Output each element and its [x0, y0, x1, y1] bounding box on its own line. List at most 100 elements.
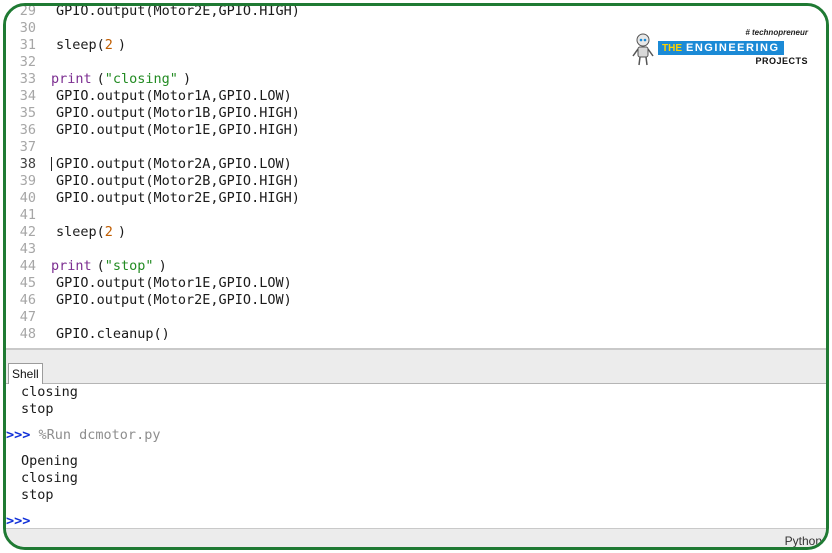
line-number: 34: [19, 88, 36, 104]
line-number: 39: [19, 173, 36, 189]
code-line[interactable]: 36 GPIO.output(Motor1E,GPIO.HIGH): [6, 122, 300, 139]
code-line[interactable]: 30: [6, 20, 300, 37]
interpreter-status[interactable]: Python: [785, 534, 822, 547]
code-line[interactable]: 41: [6, 207, 300, 224]
line-number: 48: [19, 326, 36, 342]
code-text[interactable]: [46, 139, 51, 156]
code-line[interactable]: 46 GPIO.output(Motor2E,GPIO.LOW): [6, 292, 300, 309]
code-token: ): [117, 37, 127, 53]
shell-command: %Run dcmotor.py: [38, 427, 161, 443]
shell-output-line: stop: [21, 487, 54, 503]
code-token: GPIO.cleanup(): [56, 326, 170, 342]
logo-engineering: ENGINEERING: [686, 42, 780, 54]
code-token: ): [182, 71, 192, 87]
code-text[interactable]: print ("stop"): [46, 258, 167, 275]
code-line[interactable]: 39 GPIO.output(Motor2B,GPIO.HIGH): [6, 173, 300, 190]
logo-tagline: # technopreneur: [745, 28, 808, 37]
code-line[interactable]: 29 GPIO.output(Motor2E,GPIO.HIGH): [6, 6, 300, 20]
window-frame: 29 GPIO.output(Motor2E,GPIO.HIGH) 30 31 slee…: [3, 3, 829, 550]
code-text[interactable]: GPIO.output(Motor1A,GPIO.LOW): [46, 88, 292, 105]
code-token: GPIO.output(Motor2E,GPIO.HIGH): [56, 190, 300, 206]
shell-output-line: closing: [21, 470, 78, 486]
code-lines[interactable]: 29 GPIO.output(Motor2E,GPIO.HIGH) 30 31 slee…: [6, 6, 300, 343]
shell-prompt: >>>: [6, 427, 31, 443]
code-token: GPIO.output(Motor1E,GPIO.HIGH): [56, 122, 300, 138]
shell-panel[interactable]: closing stop >>> %Run dcmotor.py Opening…: [6, 384, 826, 530]
code-line[interactable]: 40 GPIO.output(Motor2E,GPIO.HIGH): [6, 190, 300, 207]
code-line[interactable]: 31 sleep(2): [6, 37, 300, 54]
code-line[interactable]: 32: [6, 54, 300, 71]
code-text[interactable]: GPIO.output(Motor2A,GPIO.LOW): [46, 156, 292, 173]
engineering-projects-logo: # technopreneur THE ENGINEERING PROJECTS: [630, 28, 808, 68]
shell-tab-bar: Shell: [6, 350, 826, 384]
code-line[interactable]: 33 print ("closing"): [6, 71, 300, 88]
code-token: GPIO.output(Motor2B,GPIO.HIGH): [56, 173, 300, 189]
line-number: 41: [19, 207, 36, 223]
code-text[interactable]: sleep(2): [46, 37, 126, 54]
code-text[interactable]: GPIO.output(Motor2B,GPIO.HIGH): [46, 173, 300, 190]
code-text[interactable]: [46, 241, 51, 258]
line-number: 30: [19, 20, 36, 36]
line-number: 35: [19, 105, 36, 121]
code-token: GPIO.output(Motor2A,GPIO.LOW): [56, 156, 292, 172]
code-token: GPIO.output(Motor1B,GPIO.HIGH): [56, 105, 300, 121]
logo-band: THE ENGINEERING: [658, 41, 784, 55]
code-token: 2: [104, 37, 113, 53]
code-text[interactable]: GPIO.output(Motor1E,GPIO.LOW): [46, 275, 292, 292]
code-text[interactable]: [46, 207, 51, 224]
code-token: GPIO.output(Motor1A,GPIO.LOW): [56, 88, 292, 104]
code-line[interactable]: 45 GPIO.output(Motor1E,GPIO.LOW): [6, 275, 300, 292]
code-text[interactable]: sleep(2): [46, 224, 126, 241]
line-number: 43: [19, 241, 36, 257]
line-number: 29: [19, 6, 36, 19]
robot-icon: [632, 33, 654, 66]
code-text[interactable]: GPIO.cleanup(): [46, 326, 170, 343]
code-text[interactable]: GPIO.output(Motor1B,GPIO.HIGH): [46, 105, 300, 122]
code-token: print: [51, 71, 92, 87]
line-number: 37: [19, 139, 36, 155]
code-line[interactable]: 43: [6, 241, 300, 258]
code-token: (: [96, 71, 105, 87]
logo-the: THE: [662, 42, 682, 54]
line-number: 42: [19, 224, 36, 240]
shell-output-line: Opening: [21, 453, 78, 469]
code-line[interactable]: 47: [6, 309, 300, 326]
code-text[interactable]: GPIO.output(Motor1E,GPIO.HIGH): [46, 122, 300, 139]
code-line[interactable]: 38 GPIO.output(Motor2A,GPIO.LOW): [6, 156, 300, 173]
code-line[interactable]: 42 sleep(2): [6, 224, 300, 241]
code-token: 2: [104, 224, 113, 240]
line-number: 40: [19, 190, 36, 206]
line-number: 33: [19, 71, 36, 87]
code-editor[interactable]: 29 GPIO.output(Motor2E,GPIO.HIGH) 30 31 slee…: [6, 6, 826, 348]
code-text[interactable]: GPIO.output(Motor2E,GPIO.HIGH): [46, 6, 300, 20]
code-text[interactable]: [46, 20, 51, 37]
shell-output-line: stop: [21, 401, 54, 417]
code-line[interactable]: 48 GPIO.cleanup(): [6, 326, 300, 343]
shell-output-line: closing: [21, 384, 78, 400]
line-number: 36: [19, 122, 36, 138]
code-line[interactable]: 34 GPIO.output(Motor1A,GPIO.LOW): [6, 88, 300, 105]
code-token: GPIO.output(Motor2E,GPIO.LOW): [56, 292, 292, 308]
code-text[interactable]: [46, 309, 51, 326]
shell-command-line: >>> %Run dcmotor.py: [6, 427, 160, 444]
code-line[interactable]: 35 GPIO.output(Motor1B,GPIO.HIGH): [6, 105, 300, 122]
shell-prompt: >>>: [6, 513, 31, 529]
code-token: GPIO.output(Motor1E,GPIO.LOW): [56, 275, 292, 291]
code-token: "closing": [104, 71, 178, 87]
line-number: 44: [19, 258, 36, 274]
code-token: GPIO.output(Motor2E,GPIO.HIGH): [56, 6, 300, 19]
tab-shell[interactable]: Shell: [8, 363, 43, 384]
line-number: 46: [19, 292, 36, 308]
line-number: 31: [19, 37, 36, 53]
line-number: 45: [19, 275, 36, 291]
logo-projects: PROJECTS: [755, 56, 808, 66]
line-number: 38: [19, 156, 36, 172]
code-text[interactable]: GPIO.output(Motor2E,GPIO.LOW): [46, 292, 292, 309]
line-number: 47: [19, 309, 36, 325]
code-text[interactable]: [46, 54, 51, 71]
code-text[interactable]: GPIO.output(Motor2E,GPIO.HIGH): [46, 190, 300, 207]
code-text[interactable]: print ("closing"): [46, 71, 191, 88]
code-line[interactable]: 44 print ("stop"): [6, 258, 300, 275]
code-token: ): [117, 224, 127, 240]
code-line[interactable]: 37: [6, 139, 300, 156]
